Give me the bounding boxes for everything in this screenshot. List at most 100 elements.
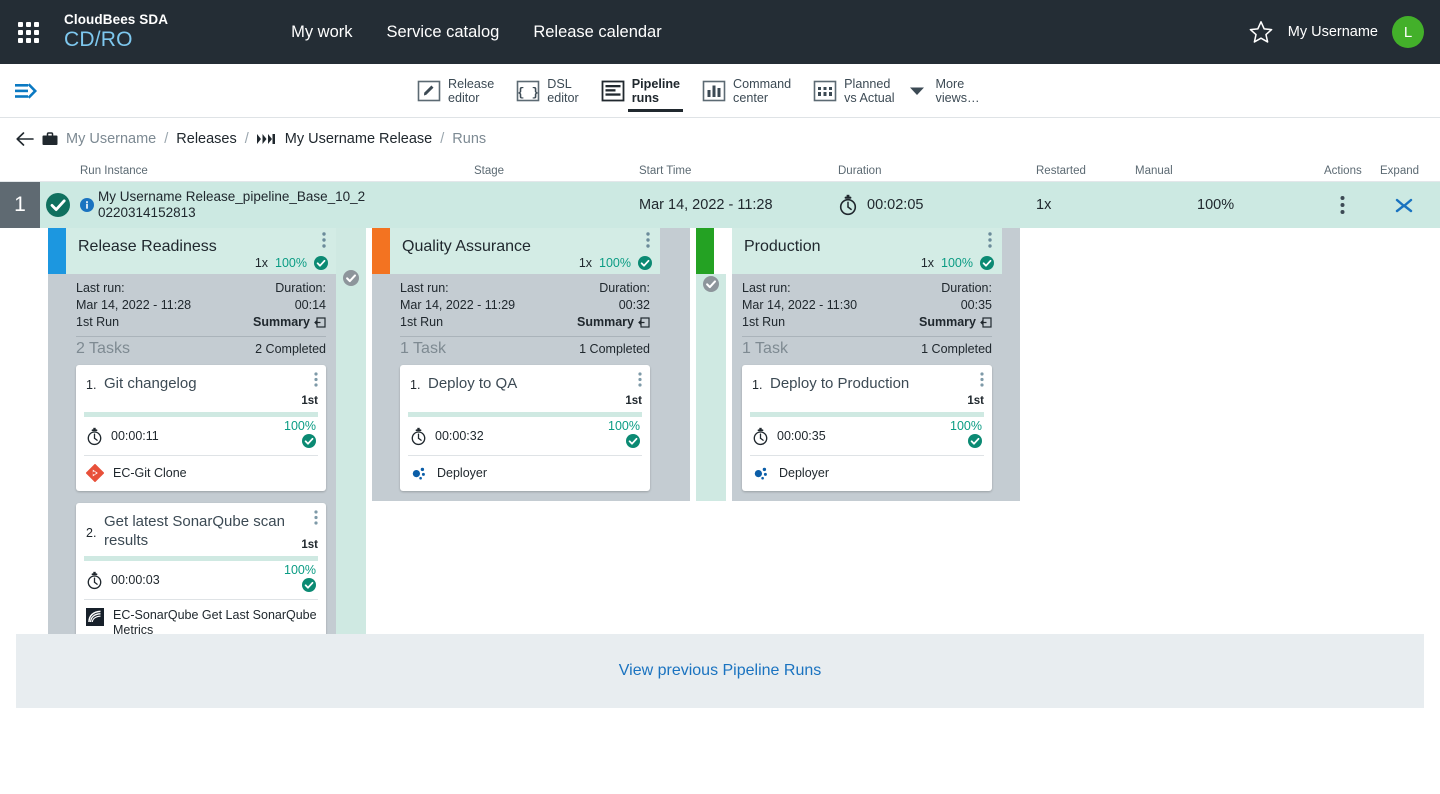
breadcrumb-item-releases[interactable]: Releases xyxy=(176,131,236,147)
nav-my-work[interactable]: My work xyxy=(274,0,369,64)
stage-summary-link[interactable]: Summary xyxy=(577,314,650,331)
stage-summary-link[interactable]: Summary xyxy=(253,314,326,331)
stage-duration-label: Duration: xyxy=(599,280,650,297)
stage-percent: 100% xyxy=(275,256,307,270)
stage-run-ordinal: 1st Run xyxy=(742,314,785,331)
view-pipeline-runs[interactable]: Pipelineruns xyxy=(590,64,691,118)
task-kebab-menu-icon[interactable] xyxy=(314,510,318,530)
stage-body: Release Readiness 1x 100% xyxy=(66,228,336,634)
stage-header[interactable]: Quality Assurance 1x 100% xyxy=(390,228,660,274)
stage-title: Release Readiness xyxy=(78,233,328,256)
stage-percent: 100% xyxy=(599,256,631,270)
stage-kebab-menu-icon[interactable] xyxy=(322,232,326,253)
stage-accent-bar xyxy=(372,228,390,274)
task-procedure: Deployer xyxy=(437,466,487,481)
nav-release-calendar[interactable]: Release calendar xyxy=(516,0,678,64)
username-label[interactable]: My Username xyxy=(1288,24,1378,40)
chevron-down-icon[interactable] xyxy=(906,64,928,118)
stage-kebab-menu-icon[interactable] xyxy=(646,232,650,253)
stage-header[interactable]: Release Readiness 1x 100% xyxy=(66,228,336,274)
stage-meta: 1x 100% xyxy=(921,256,994,270)
more-views-label: Moreviews… xyxy=(936,77,980,105)
open-external-icon xyxy=(980,317,992,329)
info-icon[interactable] xyxy=(76,182,98,228)
gate-check-icon[interactable] xyxy=(703,276,719,501)
task-card[interactable]: 1. Deploy to Production 1st xyxy=(742,365,992,491)
avatar[interactable]: L xyxy=(1392,16,1424,48)
stage-kebab-menu-icon[interactable] xyxy=(988,232,992,253)
stage-run-ordinal: 1st Run xyxy=(400,314,443,331)
task-card[interactable]: 2. Get latest SonarQube scan results 1st xyxy=(76,503,326,634)
nav-service-catalog[interactable]: Service catalog xyxy=(370,0,517,64)
task-success-check-icon xyxy=(626,434,640,453)
run-status-success-check-icon xyxy=(40,182,76,228)
task-kebab-menu-icon[interactable] xyxy=(638,372,642,392)
briefcase-icon xyxy=(42,132,58,146)
breadcrumb-item-my-username[interactable]: My Username xyxy=(66,131,156,147)
stage-summary-label: Summary xyxy=(253,314,310,331)
view-previous-runs-bar: View previous Pipeline Runs xyxy=(16,634,1424,708)
stage-tasks-completed: 1 Completed xyxy=(579,342,650,356)
task-kebab-menu-icon[interactable] xyxy=(314,372,318,392)
run-actions-kebab-menu-icon[interactable] xyxy=(1340,182,1345,228)
planned-grid-icon xyxy=(813,79,837,103)
task-card[interactable]: 1. Deploy to QA 1st xyxy=(400,365,650,491)
view-release-editor[interactable]: Releaseeditor xyxy=(406,64,505,118)
task-duration: 00:00:32 xyxy=(435,429,484,443)
stage-entry-gate xyxy=(696,274,726,501)
apps-grid-icon[interactable] xyxy=(0,22,56,43)
stage-tasks-count: 1 Task xyxy=(400,340,446,358)
column-header-restarted: Restarted xyxy=(1036,165,1086,177)
run-manual-percent: 100% xyxy=(1197,182,1234,228)
stage-info: Last run: Duration: Mar 14, 2022 - 11:29… xyxy=(390,274,660,365)
task-success-check-icon xyxy=(302,434,316,453)
code-braces-icon: { } xyxy=(516,79,540,103)
stage-summary-link[interactable]: Summary xyxy=(919,314,992,331)
stopwatch-icon xyxy=(410,427,427,446)
task-kebab-menu-icon[interactable] xyxy=(980,372,984,392)
header-right-actions: My Username L xyxy=(1248,0,1424,64)
stage-last-run-label: Last run: xyxy=(742,280,791,297)
brand-logo[interactable]: CloudBees SDA CD/RO xyxy=(64,13,168,50)
task-success-check-icon xyxy=(302,578,316,597)
star-icon[interactable] xyxy=(1248,19,1274,45)
view-dsl-editor[interactable]: { } DSLeditor xyxy=(505,64,590,118)
view-planned-vs-actual[interactable]: Plannedvs Actual xyxy=(802,64,905,118)
stage-quality-assurance: Quality Assurance 1x 100% xyxy=(372,228,690,501)
run-restarted: 1x xyxy=(1036,182,1051,228)
run-instance-name[interactable]: My Username Release_pipeline_Base_10_202… xyxy=(98,182,368,228)
pipeline-run-icon xyxy=(257,133,277,145)
task-ordinal: 1st xyxy=(301,395,318,407)
task-name: Git changelog xyxy=(104,374,318,407)
stage-header[interactable]: Production 1x 100% xyxy=(732,228,1002,274)
stage-restarted: 1x xyxy=(579,256,592,270)
stage-restarted: 1x xyxy=(921,256,934,270)
stage-duration-label: Duration: xyxy=(941,280,992,297)
pipeline-list-icon xyxy=(601,79,625,103)
task-card[interactable]: 1. Git changelog 1st xyxy=(76,365,326,491)
task-percent: 100% xyxy=(950,419,982,433)
runs-table-header: Run Instance Stage Start Time Duration R… xyxy=(0,160,1440,182)
view-switcher: Releaseeditor { } DSLeditor Pipeliner xyxy=(406,64,988,118)
view-previous-pipeline-runs-link[interactable]: View previous Pipeline Runs xyxy=(619,662,821,680)
brand-line-1: CloudBees SDA xyxy=(64,13,168,27)
run-row[interactable]: 1 My Username Release_pipeline_Base_10_2… xyxy=(0,182,1440,228)
stage-tasks-count: 1 Task xyxy=(742,340,788,358)
stage-accent-bar xyxy=(48,228,66,274)
expand-sidebar-icon[interactable] xyxy=(0,82,54,100)
back-arrow-icon[interactable] xyxy=(16,132,34,146)
run-collapse-chevrons-icon[interactable] xyxy=(1393,182,1415,228)
svg-text:{ }: { } xyxy=(517,86,539,100)
view-planned-vs-actual-label: Plannedvs Actual xyxy=(844,77,894,105)
stage-release-readiness: Release Readiness 1x 100% xyxy=(48,228,366,634)
view-command-center[interactable]: Commandcenter xyxy=(691,64,802,118)
run-number-badge: 1 xyxy=(0,182,40,228)
stage-left-gutter xyxy=(372,274,390,501)
gate-check-icon[interactable] xyxy=(343,270,359,634)
more-views-button[interactable]: Moreviews… xyxy=(928,64,988,118)
stage-title: Quality Assurance xyxy=(402,233,652,256)
view-dsl-editor-label: DSLeditor xyxy=(547,77,579,105)
breadcrumb-item-release[interactable]: My Username Release xyxy=(285,131,432,147)
stage-last-run-time: Mar 14, 2022 - 11:30 xyxy=(742,297,857,314)
open-external-icon xyxy=(314,317,326,329)
